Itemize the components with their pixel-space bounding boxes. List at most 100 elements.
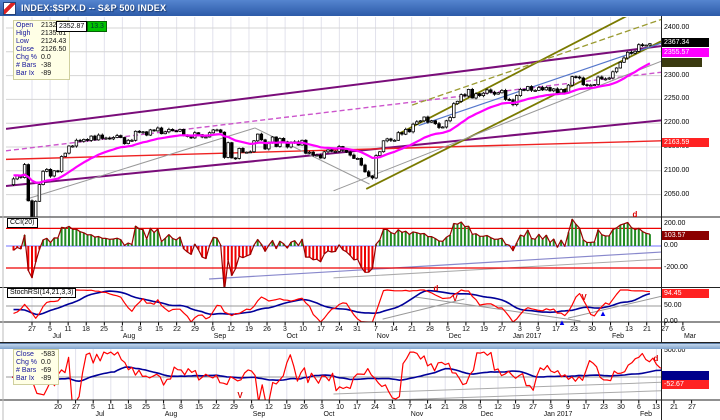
x-axis-tick-label: 29: [230, 404, 238, 412]
up-arrow-marker: ▲: [558, 319, 566, 327]
data-window-bottom-row: Close-583: [16, 351, 55, 359]
x-axis-tick-label: 21: [670, 404, 678, 412]
x-axis-tick-label: 15: [195, 404, 203, 412]
x-axis-tick-label: 23: [600, 404, 608, 412]
cursor-price-readout: 2352.87 13.3: [56, 21, 107, 32]
app-icon: [3, 2, 16, 15]
data-window-bottom: Close-583Chg %0.0# Bars-69Bar Ix-89: [13, 349, 59, 385]
x-axis-tick-label: 18: [124, 404, 132, 412]
x-axis-month-label: Aug: [165, 411, 177, 419]
window-separator[interactable]: [0, 343, 720, 349]
cci-axis-label: 200.00: [664, 220, 685, 228]
x-axis-tick-label: 21: [441, 404, 449, 412]
x-axis-month-label: Oct: [324, 411, 335, 419]
x-axis-tick-label: 29: [191, 326, 199, 334]
x-axis-month-label: Nov: [411, 411, 423, 419]
x-axis-month-label: Jul: [53, 333, 62, 341]
x-axis-tick-label: 13: [652, 404, 660, 412]
price-flag-badge: 94.45: [662, 289, 709, 298]
window-titlebar[interactable]: INDEX:$SPX.D -- S&P 500 INDEX: [0, 0, 720, 16]
x-axis-tick-label: 21: [643, 326, 651, 334]
x-axis-tick-label: 24: [371, 404, 379, 412]
x-axis-tick-label: 26: [300, 404, 308, 412]
x-axis-month-label: Sep: [214, 333, 226, 341]
price-axis-label: 2400.00: [664, 24, 689, 32]
price-axis-label: 2300.00: [664, 72, 689, 80]
x-axis-tick-label: 14: [424, 404, 432, 412]
x-axis-tick-label: 27: [529, 404, 537, 412]
x-axis-tick-label: 27: [688, 404, 696, 412]
x-axis-tick-label: 19: [283, 404, 291, 412]
cci-axis-label: 0.00: [664, 242, 678, 250]
stochrsi-axis-label: 50.00: [664, 302, 682, 310]
price-axis-label: 2100.00: [664, 167, 689, 175]
cci-axis-label: -200.00: [664, 264, 688, 272]
x-axis-tick-label: 24: [335, 326, 343, 334]
v-marker: V: [581, 294, 586, 302]
price-flag-badge: 103.57: [662, 231, 709, 240]
data-window-bottom-row: Chg %0.0: [16, 359, 55, 367]
d-marker: d: [654, 355, 659, 363]
d-marker: d: [434, 285, 439, 293]
x-axis-month-label: Dec: [449, 333, 461, 341]
v-marker: V: [452, 295, 457, 303]
x-axis-tick-label: 9: [566, 404, 570, 412]
x-axis-month-label: Jul: [96, 411, 105, 419]
x-axis-tick-label: 30: [617, 404, 625, 412]
v-marker: V: [237, 392, 242, 400]
x-axis-month-label: Oct: [287, 333, 298, 341]
data-window-main-row: Chg %0.0: [16, 54, 66, 62]
price-axis-label: 2250.00: [664, 95, 689, 103]
data-window-main-row: Low2124.43: [16, 38, 66, 46]
x-axis-tick-label: 10: [336, 404, 344, 412]
price-flag-badge: [662, 58, 702, 67]
x-axis-tick-label: 19: [245, 326, 253, 334]
x-axis-tick-label: 19: [512, 404, 520, 412]
x-axis-tick-label: 25: [100, 326, 108, 334]
x-axis-tick-label: 11: [64, 326, 71, 334]
charting-app-window: INDEX:$SPX.D -- S&P 500 INDEX – ❐ ✕ Open…: [0, 0, 720, 420]
x-axis-month-label: Jan 2017: [513, 333, 542, 341]
price-axis-label: 2050.00: [664, 191, 689, 199]
data-window-bottom-row: # Bars-69: [16, 367, 55, 375]
x-axis-tick-label: 23: [570, 326, 578, 334]
x-axis-tick-label: 12: [265, 404, 273, 412]
price-axis-label: 2200.00: [664, 119, 689, 127]
cci-panel-label: CCI(20): [7, 218, 38, 228]
x-axis-tick-label: 27: [498, 326, 506, 334]
stochrsi-panel-label: StochRSI(14,21,3,3): [7, 288, 76, 298]
cursor-price-value: 2352.87: [56, 21, 87, 32]
x-axis-tick-label: 9: [536, 326, 540, 334]
window-title: INDEX:$SPX.D -- S&P 500 INDEX: [21, 3, 166, 13]
price-flag-badge: [662, 371, 709, 380]
x-axis-tick-label: 26: [263, 326, 271, 334]
x-axis-tick-label: 21: [408, 326, 416, 334]
data-window-main-row: Bar Ix-89: [16, 70, 66, 78]
price-flag-badge: 2355.57: [662, 48, 709, 57]
price-flag-badge: 2367.34: [662, 38, 709, 47]
x-axis-tick-label: 20: [54, 404, 62, 412]
x-axis-tick-label: 17: [353, 404, 361, 412]
chart-canvas: [0, 0, 720, 420]
x-axis-tick-label: 18: [82, 326, 90, 334]
x-axis-tick-label: 30: [588, 326, 596, 334]
x-axis-month-label: Aug: [123, 333, 135, 341]
x-axis-tick-label: 13: [625, 326, 633, 334]
x-axis-tick-label: 14: [390, 326, 398, 334]
x-axis-tick-label: 22: [212, 404, 220, 412]
x-axis-month-label: Jan 2017: [544, 411, 573, 419]
x-axis-tick-label: 10: [299, 326, 307, 334]
x-axis-tick-label: 31: [388, 404, 396, 412]
x-axis-tick-label: 19: [480, 326, 488, 334]
x-axis-month-label: Mar: [684, 333, 696, 341]
x-axis-month-label: Feb: [640, 411, 652, 419]
x-axis-tick-label: 12: [227, 326, 235, 334]
x-axis-month-label: Sep: [253, 411, 265, 419]
up-arrow-marker: ▲: [599, 310, 607, 318]
d-marker: d: [633, 211, 638, 219]
data-window-main-row: Close2126.50: [16, 46, 66, 54]
x-axis-tick-label: 15: [155, 326, 163, 334]
x-axis-tick-label: 11: [107, 404, 114, 412]
x-axis-tick-label: 25: [142, 404, 150, 412]
x-axis-tick-label: 5: [48, 326, 52, 334]
